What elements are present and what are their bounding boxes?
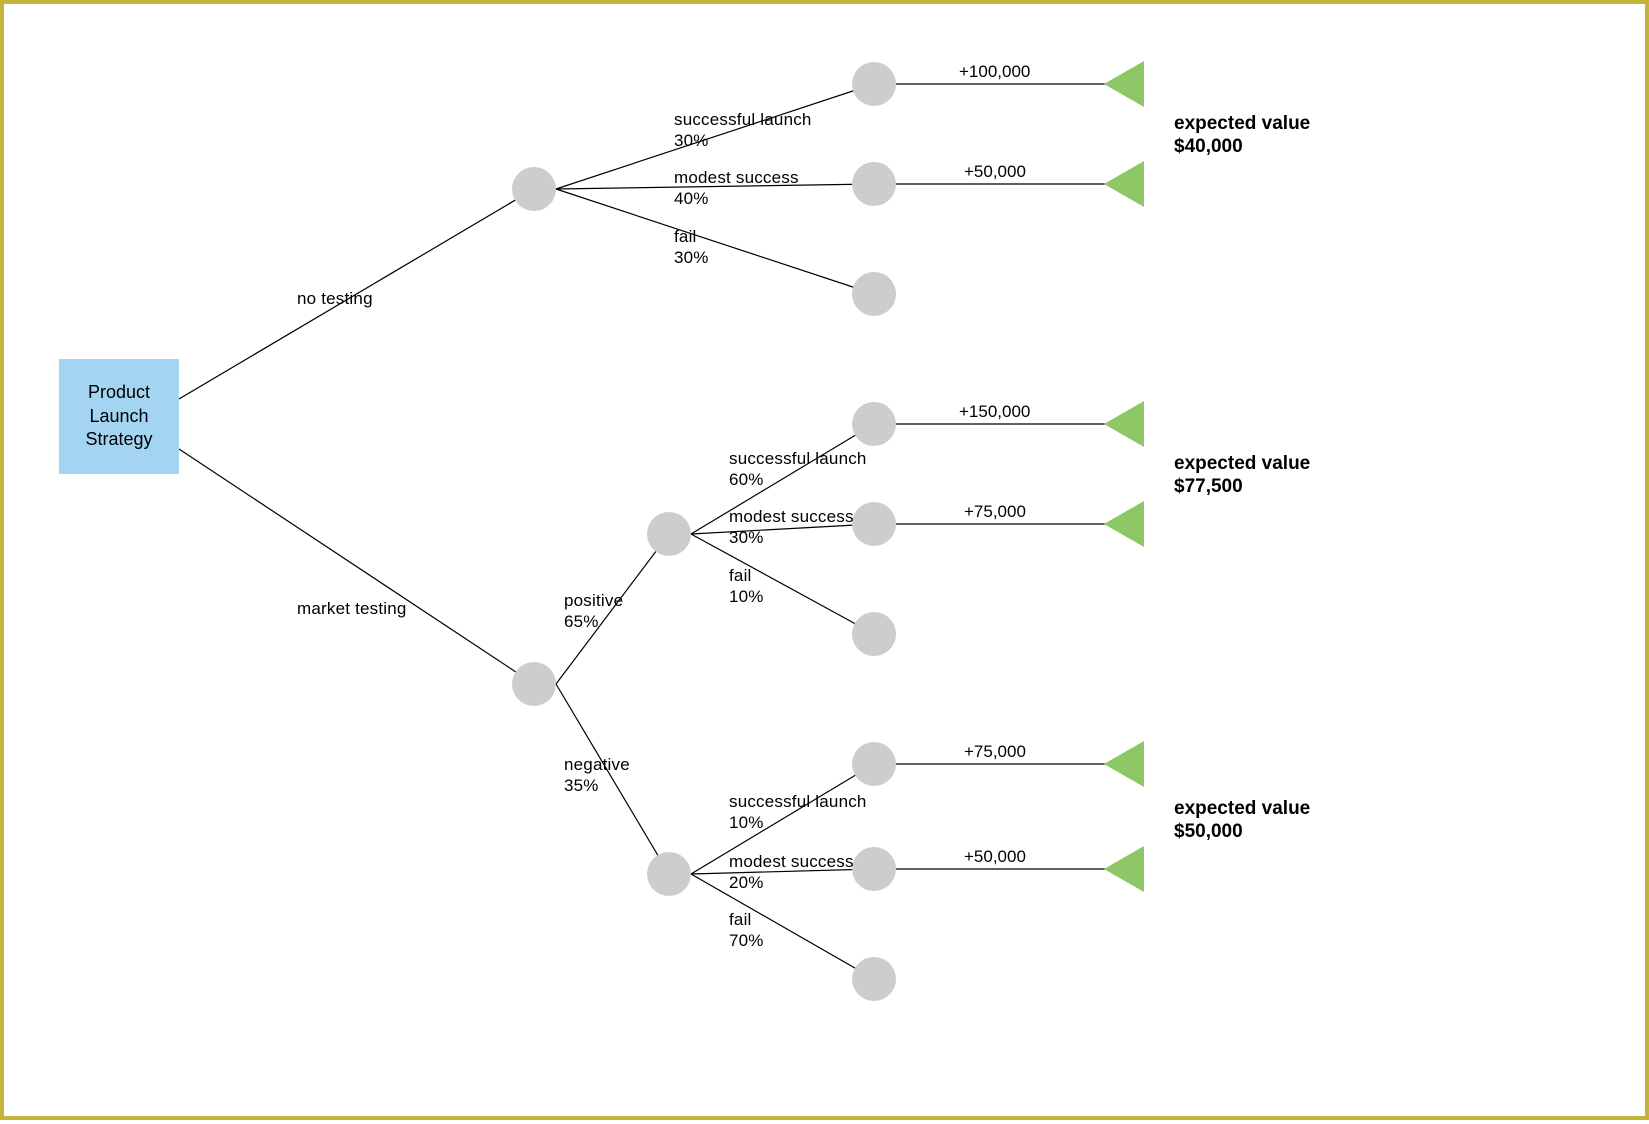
terminal-leaf-icon — [1104, 501, 1144, 547]
expected-value-title: expected value — [1174, 452, 1310, 476]
branch-prob: 65% — [564, 611, 599, 632]
expected-value-amount: $50,000 — [1174, 820, 1243, 844]
outcome-prob: 10% — [729, 586, 764, 607]
outcome-node — [852, 402, 896, 446]
payoff-value: +100,000 — [959, 62, 1030, 82]
outcome-prob: 20% — [729, 872, 764, 893]
chance-node-positive — [647, 512, 691, 556]
payoff-value: +75,000 — [964, 742, 1026, 762]
expected-value-amount: $77,500 — [1174, 475, 1243, 499]
outcome-label: modest success — [729, 851, 854, 872]
expected-value-title: expected value — [1174, 112, 1310, 136]
branch-prob: 35% — [564, 775, 599, 796]
outcome-label: fail — [729, 909, 752, 930]
outcome-node — [852, 612, 896, 656]
edges-layer — [4, 4, 1649, 1124]
terminal-leaf-icon — [1104, 61, 1144, 107]
root-decision-node: ProductLaunchStrategy — [59, 359, 179, 474]
outcome-label: modest success — [729, 506, 854, 527]
chance-node-market-testing — [512, 662, 556, 706]
outcome-prob: 30% — [674, 130, 709, 151]
outcome-label: fail — [674, 226, 697, 247]
outcome-node — [852, 62, 896, 106]
outcome-prob: 30% — [729, 527, 764, 548]
terminal-leaf-icon — [1104, 846, 1144, 892]
payoff-value: +50,000 — [964, 847, 1026, 867]
outcome-prob: 60% — [729, 469, 764, 490]
root-label: ProductLaunchStrategy — [85, 381, 152, 451]
terminal-leaf-icon — [1104, 161, 1144, 207]
expected-value-title: expected value — [1174, 797, 1310, 821]
outcome-node — [852, 162, 896, 206]
outcome-prob: 30% — [674, 247, 709, 268]
outcome-label: successful launch — [674, 109, 812, 130]
outcome-label: fail — [729, 565, 752, 586]
outcome-node — [852, 742, 896, 786]
chance-node-no-testing — [512, 167, 556, 211]
outcome-node — [852, 847, 896, 891]
outcome-label: modest success — [674, 167, 799, 188]
outcome-prob: 40% — [674, 188, 709, 209]
outcome-node — [852, 272, 896, 316]
expected-value-amount: $40,000 — [1174, 135, 1243, 159]
outcome-node — [852, 502, 896, 546]
chance-node-negative — [647, 852, 691, 896]
branch-label: market testing — [297, 598, 407, 619]
decision-tree-diagram: ProductLaunchStrategy no testing market … — [0, 0, 1649, 1120]
terminal-leaf-icon — [1104, 741, 1144, 787]
outcome-node — [852, 957, 896, 1001]
payoff-value: +75,000 — [964, 502, 1026, 522]
payoff-value: +50,000 — [964, 162, 1026, 182]
outcome-prob: 70% — [729, 930, 764, 951]
outcome-label: successful launch — [729, 791, 867, 812]
outcome-prob: 10% — [729, 812, 764, 833]
branch-label: negative — [564, 754, 630, 775]
outcome-label: successful launch — [729, 448, 867, 469]
terminal-leaf-icon — [1104, 401, 1144, 447]
branch-label: positive — [564, 590, 623, 611]
branch-label: no testing — [297, 288, 373, 309]
payoff-value: +150,000 — [959, 402, 1030, 422]
